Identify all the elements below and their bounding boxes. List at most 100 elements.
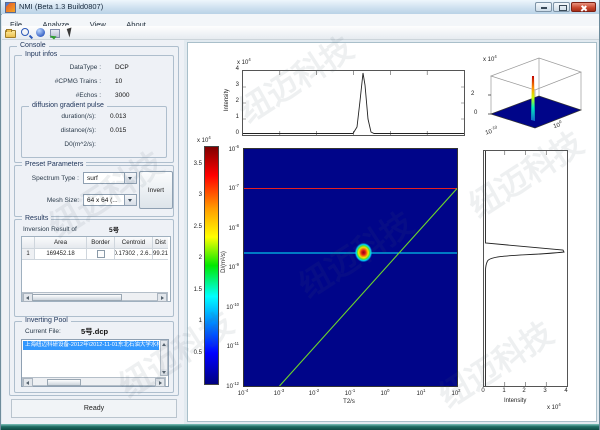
maximize-icon — [559, 5, 567, 11]
dt2-map[interactable] — [243, 148, 458, 387]
main-xtick: 101 — [409, 388, 433, 397]
scroll-up-icon[interactable] — [161, 341, 167, 347]
table-row[interactable]: 1 169452.18 0.17302 , 2.6... 99.21 — [22, 249, 170, 260]
export-icon[interactable] — [50, 27, 61, 38]
header-centroid[interactable]: Centroid — [115, 237, 153, 249]
right-xlabel: Intensity — [504, 398, 526, 404]
chevron-down-icon[interactable] — [124, 173, 136, 183]
main-xtick: 10-4 — [231, 388, 255, 397]
diffusion-group: diffusion gradient pulse duration(/s): 0… — [21, 106, 167, 158]
datatype-row: DataType : DCP — [17, 64, 169, 71]
zoom-icon[interactable] — [20, 27, 31, 38]
chevron-down-icon[interactable] — [124, 195, 136, 205]
colorbar-tick: 1 — [184, 318, 202, 324]
datatype-label: DataType : — [17, 64, 101, 71]
results-title: Results — [22, 215, 51, 222]
title-bar[interactable]: NMI (Beta 1.3 Build0807) — [1, 0, 600, 15]
input-infos-title: Input infos — [22, 51, 60, 58]
spectrum-type-select[interactable]: surf — [83, 172, 137, 184]
list-item-selected[interactable]: 上海纽迈科研设备-2012年\2012-11-01东北石油大学水样 — [23, 341, 159, 350]
header-num[interactable] — [22, 237, 35, 249]
app-window: NMI (Beta 1.3 Build0807) File Analyze Vi… — [0, 0, 600, 430]
surf-ztick-2: 2 — [471, 91, 474, 97]
pool-hscrollbar[interactable] — [22, 377, 166, 386]
status-bar: Ready — [11, 399, 177, 418]
pool-vscrollbar[interactable] — [160, 340, 168, 376]
diffusion-title: diffusion gradient pulse — [29, 102, 107, 109]
results-hscrollbar[interactable] — [22, 292, 168, 301]
scroll-thumb[interactable] — [47, 379, 81, 386]
cpmg-value: 10 — [115, 78, 122, 85]
scroll-right-icon[interactable] — [157, 293, 167, 302]
row-num: 1 — [22, 249, 35, 260]
colorbar-tick: 0.5 — [184, 350, 202, 356]
main-ytick: 10-7 — [215, 183, 239, 192]
d0-label: D0(m^2/s): — [24, 141, 96, 148]
mesh-size-value: 64 x 64 (... — [87, 197, 118, 204]
surf-scale-label: x 104 — [483, 54, 497, 63]
minimize-button[interactable] — [535, 2, 552, 12]
rotate-3d-icon[interactable] — [35, 27, 46, 38]
spectrum-type-value: surf — [87, 175, 98, 182]
maximize-button[interactable] — [553, 2, 570, 12]
right-projection-plot[interactable] — [483, 150, 568, 387]
echos-label: #Echos : — [17, 92, 101, 99]
colorbar-tick: 3 — [184, 192, 202, 198]
main-xtick: 102 — [444, 388, 468, 397]
inversion-result-value: 5号 — [109, 224, 119, 234]
main-ytick: 10-8 — [215, 223, 239, 232]
header-border[interactable]: Border — [87, 237, 115, 249]
table-header-row: Area Border Centroid Dist — [22, 237, 170, 249]
surface-spike — [531, 76, 535, 121]
toolbar — [2, 26, 600, 40]
row-area: 169452.18 — [35, 249, 87, 260]
top-ytick: 0 — [229, 130, 239, 136]
window-bottom-border — [1, 424, 600, 430]
open-folder-icon[interactable] — [5, 27, 16, 38]
duration-label: duration(/s): — [24, 113, 96, 120]
main-xlabel: T2/s — [339, 399, 359, 405]
pointer-icon[interactable] — [65, 27, 76, 38]
colorbar-tick: 2.5 — [184, 224, 202, 230]
right-xtick: 1 — [498, 388, 510, 394]
scroll-down-icon[interactable] — [161, 369, 167, 375]
main-xtick: 10-1 — [338, 388, 362, 397]
main-xtick: 10-3 — [267, 388, 291, 397]
row-centroid: 0.17302 , 2.6... — [115, 249, 153, 260]
cpmg-label: #CPMG Trains : — [17, 78, 101, 85]
preset-parameters-group: Preset Parameters Spectrum Type : surf M… — [14, 165, 174, 217]
dt2-overlays — [244, 149, 457, 386]
console-group: Console Input infos DataType : DCP #CPMG… — [9, 46, 179, 396]
close-button[interactable] — [571, 2, 596, 12]
spectrum-type-label: Spectrum Type : — [19, 175, 79, 182]
datatype-value: DCP — [115, 64, 129, 71]
mesh-size-label: Mesh Size: — [19, 197, 79, 204]
top-projection-plot[interactable] — [242, 70, 465, 136]
right-xtick: 2 — [518, 388, 530, 394]
duration-row: duration(/s): 0.013 — [24, 113, 162, 120]
current-file-value: 5号.dcp — [81, 326, 108, 337]
scroll-thumb[interactable] — [32, 294, 122, 301]
scroll-left-icon[interactable] — [23, 378, 33, 387]
border-checkbox[interactable] — [97, 250, 105, 258]
current-file-label: Current File: — [25, 328, 61, 335]
window-controls — [535, 2, 596, 12]
results-table[interactable]: Area Border Centroid Dist 1 169452.18 0.… — [21, 236, 171, 302]
scroll-right-icon[interactable] — [155, 378, 165, 387]
inverting-pool-group: Inverting Pool Current File: 5号.dcp 上海纽迈… — [14, 321, 174, 393]
distance-row: distance(/s): 0.015 — [24, 127, 162, 134]
surf-ztick-0: 0 — [474, 110, 477, 116]
preset-title: Preset Parameters — [22, 161, 86, 168]
right-xtick: 0 — [477, 388, 489, 394]
file-listbox[interactable]: 上海纽迈科研设备-2012年\2012-11-01东北石油大学水样 — [21, 339, 169, 387]
top-ytick: 3 — [229, 82, 239, 88]
header-dist[interactable]: Dist — [153, 237, 168, 249]
mesh-size-select[interactable]: 64 x 64 (... — [83, 194, 137, 206]
header-area[interactable]: Area — [35, 237, 87, 249]
console-title: Console — [17, 42, 49, 49]
echos-value: 3000 — [115, 92, 129, 99]
inverting-pool-title: Inverting Pool — [22, 317, 71, 324]
row-dist: 99.21 — [153, 249, 168, 260]
main-xtick: 10-2 — [302, 388, 326, 397]
invert-button[interactable]: Invert — [139, 171, 173, 209]
